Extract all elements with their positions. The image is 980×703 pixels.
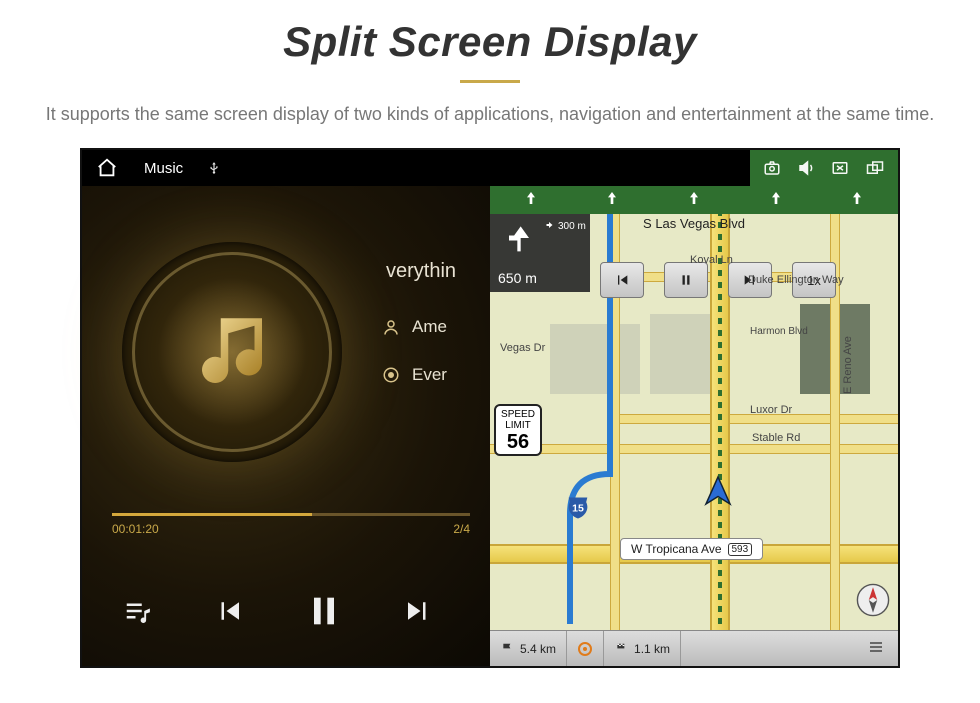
sim-pause-button[interactable] xyxy=(664,262,708,298)
music-pane: verythin Ame Ever 00:01:20 2/4 xyxy=(82,150,490,666)
street-pill: W Tropicana Ave 593 xyxy=(620,538,763,560)
menu-icon xyxy=(866,639,886,655)
system-tray xyxy=(750,150,898,186)
lane-guidance xyxy=(490,186,898,214)
page-heading: Split Screen Display xyxy=(0,0,980,83)
song-title: verythin xyxy=(382,260,456,283)
route-dist-1[interactable]: 5.4 km xyxy=(490,631,567,666)
speed-limit-sign: SPEED LIMIT 56 xyxy=(494,404,542,456)
album-art[interactable] xyxy=(122,242,342,462)
target-icon xyxy=(577,641,593,657)
progress-bar[interactable]: 00:01:20 2/4 xyxy=(112,513,470,536)
map-canvas[interactable]: S Las Vegas Blvd 300 m 650 m xyxy=(490,214,898,630)
street-label: E Reno Ave xyxy=(842,336,854,394)
speed-limit-value: 56 xyxy=(496,431,540,453)
lane-arrow-icon xyxy=(604,189,620,212)
page-description: It supports the same screen display of t… xyxy=(0,101,980,148)
app-title: Music xyxy=(144,160,183,177)
next-button[interactable] xyxy=(401,596,435,631)
artist-icon xyxy=(382,318,400,336)
artist-name: Ame xyxy=(412,317,447,337)
lane-arrow-icon xyxy=(768,189,784,212)
nav-menu-button[interactable] xyxy=(854,639,898,658)
street-label: Koval Ln xyxy=(690,254,733,266)
page-title: Split Screen Display xyxy=(0,18,980,66)
screenshot-icon[interactable] xyxy=(762,159,782,177)
nav-bottom-bar: 5.4 km 1.1 km xyxy=(490,630,898,666)
turn-distance: 650 m xyxy=(498,270,537,286)
street-label: Luxor Dr xyxy=(750,404,792,416)
volume-icon[interactable] xyxy=(796,159,816,177)
flag-icon xyxy=(500,642,516,656)
next-turn-dist: 300 m xyxy=(558,221,586,232)
pause-button[interactable] xyxy=(304,591,344,636)
route-dist-2[interactable]: 1.1 km xyxy=(604,631,681,666)
street-label: S Las Vegas Blvd xyxy=(643,216,745,231)
lane-arrow-icon xyxy=(523,189,539,212)
album-name: Ever xyxy=(412,365,447,385)
close-screen-icon[interactable] xyxy=(830,159,850,177)
street-label: Stable Rd xyxy=(752,432,800,444)
street-label: Harmon Blvd xyxy=(750,326,808,337)
route-badge: 593 xyxy=(728,543,753,556)
album-icon xyxy=(382,366,400,384)
split-screen-icon[interactable] xyxy=(864,159,886,177)
lane-arrow-icon xyxy=(849,189,865,212)
playlist-button[interactable] xyxy=(121,596,155,631)
checkered-flag-icon xyxy=(614,642,630,656)
street-label: Duke Ellington Way xyxy=(748,274,844,286)
track-meta: verythin Ame Ever xyxy=(382,260,456,413)
compass-icon[interactable] xyxy=(856,583,890,622)
route-shield-15: 15 xyxy=(564,494,592,522)
navigation-pane: S Las Vegas Blvd 300 m 650 m xyxy=(490,150,898,666)
music-controls xyxy=(82,591,490,636)
device-frame: Music 20:07 xyxy=(80,148,900,668)
route-info[interactable] xyxy=(567,631,604,666)
vehicle-marker xyxy=(700,474,736,515)
music-note-icon xyxy=(187,307,277,397)
speed-limit-label: SPEED LIMIT xyxy=(496,409,540,431)
prev-button[interactable] xyxy=(212,596,246,631)
track-counter: 2/4 xyxy=(453,522,470,536)
street-label: Vegas Dr xyxy=(500,342,545,354)
home-icon[interactable] xyxy=(96,157,118,179)
title-rule xyxy=(460,80,520,83)
usb-icon xyxy=(207,159,221,177)
svg-text:15: 15 xyxy=(572,503,584,515)
street-label: W Tropicana Ave xyxy=(631,542,722,556)
turn-right-small-icon xyxy=(544,220,556,232)
sim-restart-button[interactable] xyxy=(600,262,644,298)
elapsed-time: 00:01:20 xyxy=(112,522,159,536)
lane-arrow-icon xyxy=(686,189,702,212)
turn-instruction: 300 m 650 m xyxy=(490,214,590,292)
